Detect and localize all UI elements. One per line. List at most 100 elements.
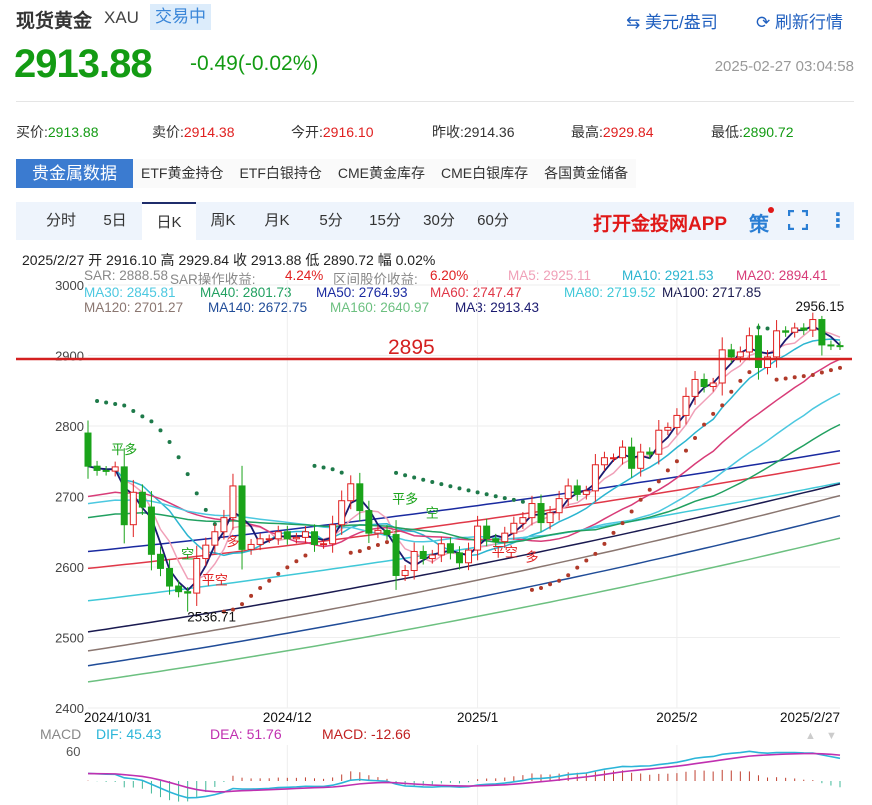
candle-down — [727, 349, 735, 358]
sar-dot — [647, 487, 652, 492]
candle-down — [800, 327, 808, 331]
trade-signal: 平多 — [392, 492, 418, 507]
sar-dot — [747, 370, 752, 375]
candle-up — [111, 466, 119, 472]
sar-dot — [683, 448, 688, 453]
sar-dot — [819, 370, 824, 375]
candle-up — [736, 351, 744, 358]
candle-up — [129, 491, 137, 526]
candle-up — [320, 543, 328, 546]
sar-dot — [674, 459, 679, 464]
sar-dot — [656, 479, 661, 484]
sar-dot — [629, 509, 634, 514]
candle-up — [555, 498, 563, 514]
sar-dot — [140, 414, 145, 419]
dea-line — [87, 752, 841, 793]
candle-up — [745, 335, 753, 353]
kline-chart[interactable]: 3000 2900 2800 2700 2600 2500 24002024/10/31 20… — [0, 0, 872, 805]
sar-dot — [792, 375, 797, 380]
high-price-label: 2956.15 — [795, 299, 844, 314]
sar-dot — [357, 549, 362, 554]
candle-down — [138, 491, 146, 508]
y-tick-label: 2400 — [55, 701, 84, 716]
candle-down — [93, 465, 101, 471]
candle-up — [202, 544, 210, 560]
candle-down — [446, 543, 454, 554]
candle-down — [166, 567, 174, 587]
trade-signal: 平空 — [202, 573, 228, 588]
macd-dea: DEA: 51.76 — [210, 726, 282, 742]
x-tick-label: 2024/12 — [263, 710, 312, 725]
ma-line-ma30 — [87, 392, 841, 543]
sar-dot — [557, 578, 562, 583]
sar-dot — [602, 541, 607, 546]
macd-tick: 60 — [66, 744, 81, 759]
candle-down — [175, 585, 183, 593]
sar-dot — [520, 499, 525, 504]
candle-down — [156, 553, 164, 569]
sar-dot — [348, 550, 353, 555]
candle-down — [147, 506, 155, 555]
ma-line-ma20 — [87, 358, 841, 548]
scroll-down-icon[interactable]: ▼ — [826, 730, 837, 742]
sar-dot — [575, 565, 580, 570]
candle-up — [256, 538, 264, 545]
sar-dot — [457, 486, 462, 491]
candle-down — [700, 378, 708, 388]
sar-dot — [828, 368, 833, 373]
candle-up — [211, 531, 219, 546]
candle-up — [600, 457, 608, 466]
sar-dot — [384, 540, 389, 545]
sar-dot — [131, 409, 136, 414]
sar-dot — [475, 490, 480, 495]
candle-down — [537, 503, 545, 524]
sar-dot — [158, 428, 163, 433]
sar-dot — [276, 571, 281, 576]
candle-up — [682, 395, 690, 416]
candle-up — [410, 550, 418, 572]
y-tick-label: 2700 — [55, 490, 84, 505]
candle-down — [184, 591, 192, 594]
y-tick-label: 2800 — [55, 419, 84, 434]
candle-down — [827, 344, 835, 347]
low-price-label: 2536.71 — [187, 610, 236, 625]
candle-up — [528, 503, 536, 519]
sar-dot — [194, 491, 199, 496]
candle-down — [455, 552, 463, 564]
candle-down — [84, 432, 92, 467]
scroll-up-icon[interactable]: ▲ — [805, 730, 816, 742]
sar-dot — [484, 492, 489, 497]
sar-dot — [502, 496, 507, 501]
candle-up — [619, 446, 627, 459]
candle-up — [292, 536, 300, 540]
sar-dot — [493, 494, 498, 499]
candle-up — [673, 414, 681, 428]
ma-line-ma40 — [87, 423, 841, 544]
sar-dot — [312, 463, 317, 468]
candle-down — [120, 466, 128, 526]
ma-line-ma50 — [87, 449, 841, 553]
ma-line-ma3 — [87, 324, 841, 592]
sar-dot — [838, 365, 842, 370]
sar-dot — [258, 586, 263, 591]
sar-dot — [421, 477, 426, 482]
trade-signal: 空 — [426, 506, 439, 521]
sar-dot — [448, 484, 453, 489]
candle-up — [655, 429, 663, 455]
candle-up — [265, 538, 273, 541]
sar-dot — [294, 559, 299, 564]
sar-dot — [711, 411, 716, 416]
candle-up — [301, 531, 309, 538]
sar-dot — [240, 602, 245, 607]
candle-up — [718, 349, 726, 384]
ma-line-ma5 — [87, 327, 841, 581]
sar-dot — [638, 497, 643, 502]
sar-dot — [375, 543, 380, 548]
sar-dot — [203, 507, 208, 512]
trade-signal: 多 — [226, 534, 239, 549]
candle-down — [419, 550, 427, 560]
candle-up — [709, 382, 717, 388]
sar-dot — [122, 403, 127, 408]
sar-dot — [693, 436, 698, 441]
candle-up — [609, 457, 617, 460]
